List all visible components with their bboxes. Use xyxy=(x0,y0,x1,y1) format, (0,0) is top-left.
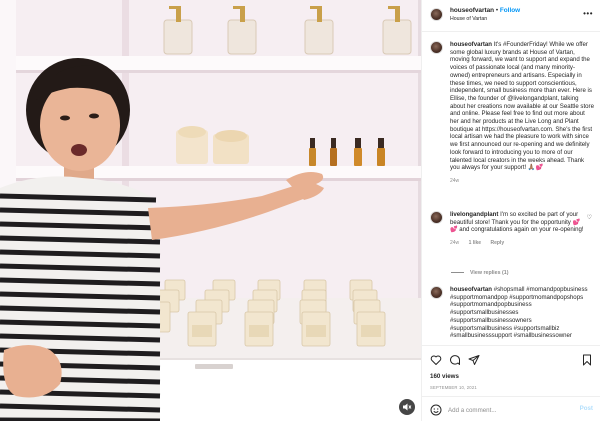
video-frame xyxy=(0,0,421,421)
dropper-bottle xyxy=(330,138,337,166)
view-replies-label: View replies (1) xyxy=(470,270,509,276)
emoji-icon[interactable] xyxy=(430,404,442,416)
comment-text: #shopsmall #momandpopbusiness #supportmo… xyxy=(450,286,588,340)
dropper-bottle xyxy=(377,138,385,166)
avatar[interactable] xyxy=(430,41,443,54)
comment-username[interactable]: livelongandplant xyxy=(450,211,498,218)
location-link[interactable]: House of Vartan xyxy=(450,16,487,22)
view-count[interactable]: 160 views xyxy=(430,373,459,380)
avatar[interactable] xyxy=(430,211,443,224)
avatar[interactable] xyxy=(430,286,443,299)
divider xyxy=(451,272,464,274)
follow-button[interactable]: Follow xyxy=(500,7,520,14)
separator-dot: • xyxy=(495,7,499,14)
caption-age: 24w xyxy=(450,177,460,184)
bookmark-icon[interactable] xyxy=(581,354,593,366)
post-media-video[interactable] xyxy=(0,0,421,421)
dropper-bottle xyxy=(309,138,316,166)
reply-button[interactable]: Reply xyxy=(490,240,504,246)
view-replies-button[interactable]: View replies (1) xyxy=(451,270,508,276)
post-header: houseofvartan • Follow House of Vartan •… xyxy=(422,0,600,32)
header-user-line: houseofvartan • Follow xyxy=(450,7,520,14)
heart-icon[interactable]: ♡ xyxy=(587,214,592,221)
heart-icon[interactable] xyxy=(430,354,442,366)
comments-scroll-area[interactable]: houseofvartan It's #FounderFriday! While… xyxy=(422,33,600,345)
post-date: SEPTEMBER 10, 2021 xyxy=(430,385,477,390)
flower-jar xyxy=(213,130,249,164)
post-side-panel: houseofvartan • Follow House of Vartan •… xyxy=(421,0,600,421)
dropper-bottle xyxy=(354,138,362,166)
share-icon[interactable] xyxy=(468,354,480,366)
add-comment-bar: Post xyxy=(422,396,600,421)
post-actions: 160 views SEPTEMBER 10, 2021 xyxy=(422,345,600,395)
avatar[interactable] xyxy=(430,8,443,21)
caption-username[interactable]: houseofvartan xyxy=(450,41,492,48)
comment-icon[interactable] xyxy=(449,354,461,366)
flower-jar xyxy=(176,126,208,164)
comment-username[interactable]: houseofvartan xyxy=(450,286,492,293)
caption-text: It's #FounderFriday! While we offer some… xyxy=(450,41,594,172)
comment-age: 24w xyxy=(450,240,460,247)
mute-button[interactable] xyxy=(399,399,415,415)
username-link[interactable]: houseofvartan xyxy=(450,7,494,14)
post-button[interactable]: Post xyxy=(580,405,593,412)
comment-input[interactable] xyxy=(448,404,568,416)
volume-muted-icon xyxy=(403,403,412,411)
comment-likes[interactable]: 1 like xyxy=(469,240,482,246)
more-horizontal-icon[interactable]: ••• xyxy=(583,9,593,18)
